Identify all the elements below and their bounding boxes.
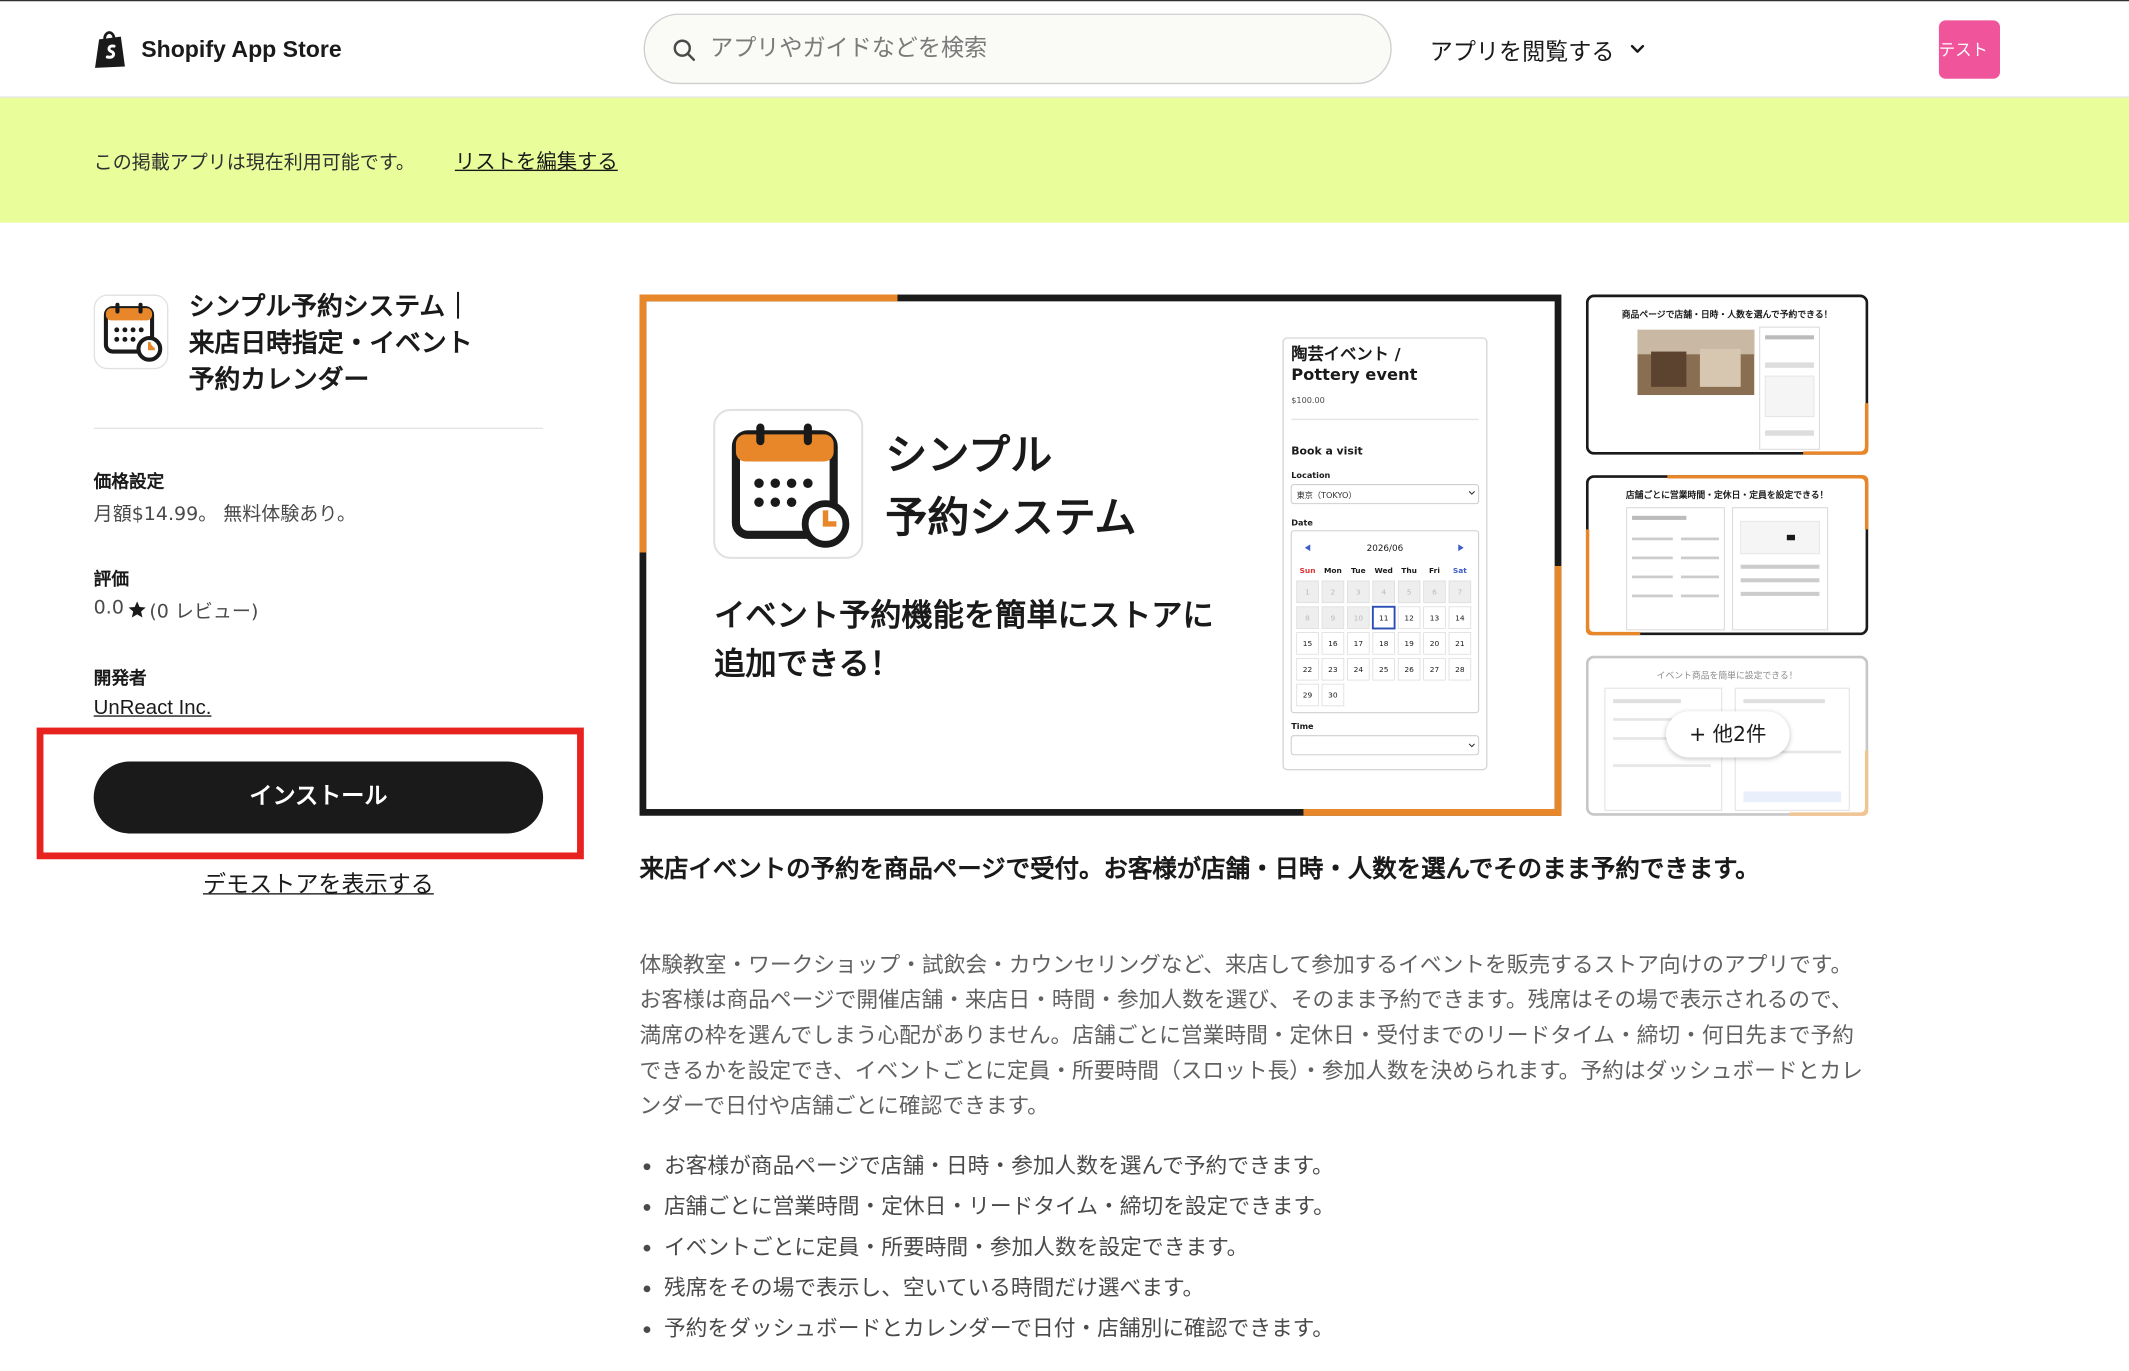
app-icon: [93, 294, 169, 370]
feature-item: 予約をダッシュボードとカレンダーで日付・店舗別に確認できます。: [640, 1309, 1335, 1350]
app-headline: 来店イベントの予約を商品ページで受付。お客様が店舗・日時・人数を選んでそのまま予…: [639, 855, 1760, 884]
brand-name[interactable]: Shopify App Store: [141, 37, 341, 64]
site-header: Shopify App Store アプリを閲覧する テスト: [0, 1, 2129, 98]
calendar-day-number: 26: [1404, 665, 1414, 674]
widget-event-title-1: 陶芸イベント /: [1291, 345, 1400, 364]
developer-label: 開発者: [93, 669, 147, 690]
calendar-day-number: 20: [1430, 639, 1440, 648]
hero-tagline-line2: 追加できる！: [714, 647, 901, 683]
developer-link[interactable]: UnReact Inc.: [94, 696, 212, 719]
more-media-button[interactable]: + 他2件: [1665, 711, 1790, 758]
feature-item: イベントごとに定員・所要時間・参加人数を設定できます。: [640, 1227, 1335, 1268]
widget-month: 2026/06: [1367, 544, 1404, 554]
widget-book-label: Book a visit: [1291, 445, 1363, 458]
chevron-down-icon[interactable]: [1629, 41, 1645, 57]
test-button[interactable]: テスト: [1938, 20, 2001, 79]
calendar-clock-icon: [103, 302, 163, 362]
rating-value: 0.0: [93, 597, 124, 619]
calendar-day-number: 3: [1356, 588, 1361, 597]
app-description: 体験教室・ワークショップ・試飲会・カウンセリングなど、来店して参加するイベントを…: [639, 951, 1863, 1119]
thumbnail-2[interactable]: 店舗ごとに営業時間・定休日・定員を設定できる！: [1585, 474, 1869, 636]
widget-weekday: Sun: [1300, 566, 1316, 575]
calendar-day-number: 25: [1379, 665, 1389, 674]
calendar-day-number: 23: [1328, 665, 1338, 674]
calendar-day-number: 13: [1430, 613, 1440, 622]
calendar-day-number: 1: [1305, 588, 1310, 597]
widget-price: $100.00: [1291, 395, 1325, 405]
test-button-label: テスト: [1938, 40, 1988, 60]
calendar-day-number: 28: [1455, 665, 1465, 674]
star-icon: [128, 601, 146, 618]
calendar-day-number: 11: [1379, 613, 1389, 622]
section-divider: [93, 427, 544, 429]
pricing-label: 価格設定: [93, 472, 165, 493]
calendar-day-number: 18: [1379, 639, 1389, 648]
calendar-day-number: 4: [1381, 588, 1386, 597]
widget-time-label: Time: [1291, 721, 1314, 731]
widget-location-label: Location: [1291, 470, 1330, 480]
feature-item: 店舗ごとに営業時間・定休日・リードタイム・締切を設定できます。: [640, 1186, 1335, 1227]
feature-list: お客様が商品ページで店舗・日時・参加人数を選んで予約できます。 店舗ごとに営業時…: [640, 1146, 1335, 1350]
banner-message: この掲載アプリは現在利用可能です。: [93, 152, 415, 174]
widget-weekday: Sat: [1453, 566, 1467, 575]
calendar-day-number: 8: [1305, 613, 1310, 622]
rating-label: 評価: [93, 570, 130, 591]
widget-event-title-2: Pottery event: [1291, 365, 1417, 384]
calendar-day-number: 12: [1404, 613, 1413, 622]
thumbnail-1[interactable]: 商品ページで店舗・日時・人数を選んで予約できる！: [1585, 294, 1869, 456]
app-title: シンプル予約システム｜来店日時指定・イベント予約カレンダー: [188, 291, 473, 396]
pricing-value: 月額$14.99。 無料体験あり。: [93, 503, 356, 526]
widget-weekday: Thu: [1401, 566, 1417, 575]
feature-item: 残席をその場で表示し、空いている時間だけ選べます。: [640, 1268, 1335, 1309]
calendar-day-number: 7: [1458, 588, 1463, 597]
widget-date-label: Date: [1291, 517, 1313, 527]
widget-weekday: Mon: [1324, 566, 1342, 575]
install-button[interactable]: インストール: [93, 761, 544, 834]
search-input[interactable]: [710, 29, 1362, 68]
listing-status-banner: この掲載アプリは現在利用可能です。 リストを編集する: [0, 97, 2129, 223]
thumbnail-2-caption: 店舗ごとに営業時間・定休日・定員を設定できる！: [1625, 489, 1829, 501]
widget-weekday: Tue: [1351, 566, 1366, 575]
calendar-day-number: 9: [1331, 613, 1336, 622]
search-icon: [673, 39, 696, 61]
thumbnail-1-caption: 商品ページで店舗・日時・人数を選んで予約できる！: [1622, 309, 1833, 321]
demo-store-link[interactable]: デモストアを表示する: [203, 871, 434, 898]
hero-image: シンプル 予約システム イベント予約機能を簡単にストアに 追加できる！ 陶芸イベ…: [639, 294, 1562, 816]
calendar-day-number: 15: [1303, 639, 1313, 648]
calendar-day-number: 30: [1328, 691, 1338, 700]
widget-location-value: 東京（TOKYO）: [1297, 490, 1357, 500]
hero-title-line2: 予約システム: [885, 493, 1136, 542]
thumbnail-3-caption: イベント商品を簡単に設定できる！: [1657, 670, 1798, 682]
calendar-day-number: 16: [1328, 639, 1338, 648]
calendar-day-number: 2: [1331, 588, 1336, 597]
calendar-day-number: 19: [1404, 639, 1414, 648]
edit-listing-link[interactable]: リストを編集する: [455, 147, 618, 176]
review-count-link[interactable]: (0 レビュー): [149, 597, 258, 624]
search-box[interactable]: [643, 13, 1392, 85]
calendar-day-number: 14: [1455, 613, 1465, 622]
calendar-day-number: 29: [1303, 691, 1313, 700]
widget-weekday: Fri: [1429, 566, 1440, 575]
calendar-day-number: 5: [1407, 588, 1412, 597]
calendar-day-number: 17: [1354, 639, 1364, 648]
calendar-day-number: 21: [1455, 639, 1465, 648]
hero-screenshot[interactable]: シンプル 予約システム イベント予約機能を簡単にストアに 追加できる！ 陶芸イベ…: [639, 294, 1562, 816]
demo-store-link-wrapper: デモストアを表示する: [0, 865, 637, 898]
calendar-day-number: 6: [1432, 588, 1437, 597]
widget-weekday: Wed: [1375, 566, 1393, 575]
calendar-day-number: 10: [1354, 613, 1364, 622]
calendar-day-number: 22: [1303, 665, 1312, 674]
calendar-day-number: 24: [1354, 665, 1364, 674]
hero-title-line1: シンプル: [885, 431, 1052, 480]
shopify-bag-icon[interactable]: [92, 29, 127, 70]
calendar-day-number: 27: [1430, 665, 1440, 674]
browse-apps-menu[interactable]: アプリを閲覧する: [1430, 33, 1615, 66]
feature-item: お客様が商品ページで店舗・日時・参加人数を選んで予約できます。: [640, 1146, 1335, 1187]
hero-tagline-line1: イベント予約機能を簡単にストアに: [714, 598, 1214, 634]
